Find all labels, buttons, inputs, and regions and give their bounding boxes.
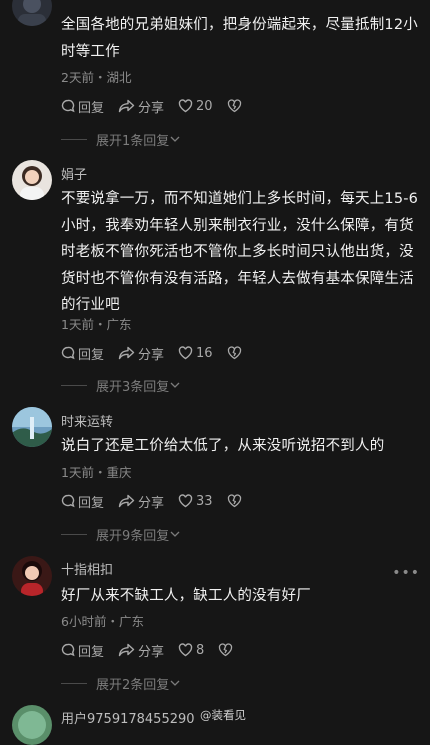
expand-label: 展开1条回复 [96,133,170,149]
heart-icon [178,99,193,113]
share-button[interactable]: 分享 [118,344,164,363]
comment-text: 不要说拿一万，而不知道她们上多长时间，每天上15-6小时，我奉劝年轻人别来制衣行… [61,191,419,313]
like-count: 16 [196,345,213,361]
reply-label: 回复 [78,100,105,116]
share-button[interactable]: 分享 [118,492,164,511]
heart-icon [178,346,193,360]
like-button[interactable]: 8 [178,643,204,658]
reply-icon [61,346,75,360]
username[interactable]: 时来运转 [61,411,113,430]
comment-actions: 回复 分享 33 [61,491,259,511]
chevron-down-icon [170,680,180,686]
reply-label: 回复 [78,644,105,660]
chevron-down-icon [170,382,180,388]
username[interactable]: 用户9759178455290 [61,708,195,727]
share-button[interactable]: 分享 [118,641,164,660]
broken-heart-icon [227,494,241,508]
reply-button[interactable]: 回复 [61,97,104,116]
comment-meta: 1天前・重庆 [61,465,132,480]
divider [61,384,87,386]
chevron-down-icon [170,531,180,537]
comment-actions: 回复 分享 20 [61,96,259,116]
comment-item: 全国各地的兄弟姐妹们，把身份端起来，尽量抵制12小时等工作 2天前・湖北 回复 … [0,0,430,150]
comment-meta: 2天前・湖北 [61,70,132,85]
avatar[interactable] [12,160,52,200]
share-icon [118,494,135,508]
share-icon [118,643,135,657]
comment-actions: 回复 分享 8 [61,640,250,660]
comment-meta: 1天前・广东 [61,317,132,332]
expand-replies[interactable]: 展开2条回复 [61,674,181,693]
like-button[interactable]: 33 [178,494,213,509]
like-button[interactable]: 20 [178,99,213,114]
share-label: 分享 [138,495,165,511]
like-count: 33 [196,493,213,509]
dislike-button[interactable] [227,346,245,360]
dislike-button[interactable] [218,643,236,657]
reply-label: 回复 [78,347,105,363]
heart-icon [178,494,193,508]
comment-text: 好厂从来不缺工人，缺工人的没有好厂 [61,588,311,604]
comment-actions: 回复 分享 16 [61,343,259,363]
dislike-button[interactable] [227,99,245,113]
avatar[interactable] [12,407,52,447]
heart-icon [178,643,193,657]
expand-replies[interactable]: 展开3条回复 [61,376,181,395]
like-count: 8 [196,642,205,658]
expand-label: 展开3条回复 [96,379,170,395]
share-icon [118,99,135,113]
avatar[interactable] [12,0,52,26]
comment-item: 时来运转 说白了还是工价给太低了，从来没听说招不到人的 1天前・重庆 回复 分享… [0,403,430,548]
comment-text: 说白了还是工价给太低了，从来没听说招不到人的 [61,438,385,454]
share-button[interactable]: 分享 [118,97,164,116]
avatar[interactable] [12,705,52,745]
broken-heart-icon [227,99,241,113]
chevron-down-icon [170,136,180,142]
share-label: 分享 [138,100,165,116]
expand-replies[interactable]: 展开1条回复 [61,130,181,149]
divider [61,533,87,535]
expand-label: 展开2条回复 [96,677,170,693]
avatar[interactable] [12,556,52,596]
reply-button[interactable]: 回复 [61,344,104,363]
username[interactable]: 十指相扣 [61,559,113,578]
divider [61,138,87,140]
reply-button[interactable]: 回复 [61,492,104,511]
share-icon [118,346,135,360]
watermark: @装看见 [200,708,246,722]
reply-icon [61,494,75,508]
share-label: 分享 [138,644,165,660]
more-options-icon[interactable]: ••• [392,565,420,581]
dislike-button[interactable] [227,494,245,508]
username[interactable]: 娟子 [61,164,87,183]
share-label: 分享 [138,347,165,363]
comment-meta: 6小时前・广东 [61,614,144,629]
broken-heart-icon [227,346,241,360]
expand-label: 展开9条回复 [96,528,170,544]
comment-item: 用户9759178455290 @装看见 [0,703,430,745]
divider [61,682,87,684]
comment-text: 全国各地的兄弟姐妹们，把身份端起来，尽量抵制12小时等工作 [61,17,418,60]
comment-item: 十指相扣 ••• 好厂从来不缺工人，缺工人的没有好厂 6小时前・广东 回复 分享… [0,553,430,701]
expand-replies[interactable]: 展开9条回复 [61,525,181,544]
reply-label: 回复 [78,495,105,511]
reply-icon [61,643,75,657]
reply-button[interactable]: 回复 [61,641,104,660]
comment-item: 娟子 不要说拿一万，而不知道她们上多长时间，每天上15-6小时，我奉劝年轻人别来… [0,155,430,395]
reply-icon [61,99,75,113]
like-button[interactable]: 16 [178,346,213,361]
like-count: 20 [196,98,213,114]
broken-heart-icon [219,643,233,657]
